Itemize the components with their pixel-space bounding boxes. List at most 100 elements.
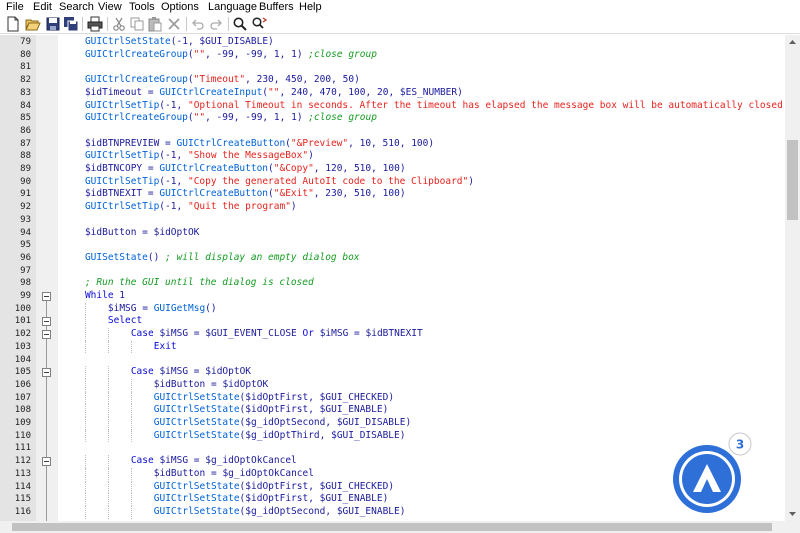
code-line[interactable]: 90 GUICtrlSetTip(-1, "Copy the generated… xyxy=(0,176,785,189)
menu-help[interactable]: Help xyxy=(296,0,325,14)
autoit-logo: 3 xyxy=(668,432,756,520)
undo-icon[interactable] xyxy=(190,16,206,32)
code-text: $idBTNCOPY = GUICtrlCreateButton("&Copy"… xyxy=(84,163,406,174)
menu-view[interactable]: View xyxy=(95,0,125,14)
horizontal-scroll-thumb[interactable] xyxy=(12,523,772,531)
menu-tools[interactable]: Tools xyxy=(126,0,158,14)
code-text: GUICtrlSetTip(-1, "Optional Timeout in s… xyxy=(84,99,785,111)
code-line[interactable]: 96 GUISetState() ; will display an empty… xyxy=(0,252,785,265)
save-icon[interactable] xyxy=(45,16,61,32)
code-text: GUICtrlCreateGroup("Timeout", 230, 450, … xyxy=(84,74,360,86)
line-number: 105 xyxy=(14,367,31,378)
line-number: 110 xyxy=(14,430,31,441)
code-text: ; Run the GUI until the dialog is closed xyxy=(84,277,314,289)
vertical-scroll-thumb[interactable] xyxy=(787,140,798,220)
code-text: GUICtrlSetState(-1, $GUI_DISABLE) xyxy=(84,36,274,47)
line-number: 97 xyxy=(20,265,31,276)
code-line[interactable]: 89 $idBTNCOPY = GUICtrlCreateButton("&Co… xyxy=(0,163,785,176)
find-icon[interactable] xyxy=(232,16,248,32)
code-text: GUICtrlSetState($idOptFirst, $GUI_CHECKE… xyxy=(153,480,395,492)
code-text: $idButton = $g_idOptOkCancel xyxy=(153,467,314,479)
code-line[interactable]: 87 $idBTNPREVIEW = GUICtrlCreateButton("… xyxy=(0,138,785,151)
code-text: Select xyxy=(107,315,143,327)
delete-icon[interactable] xyxy=(166,16,182,32)
print-icon[interactable] xyxy=(87,16,103,32)
code-line[interactable]: 88 GUICtrlSetTip(-1, "Show the MessageBo… xyxy=(0,150,785,163)
line-number: 94 xyxy=(20,227,31,238)
line-number: 86 xyxy=(20,125,31,136)
scroll-down-arrow-icon[interactable] xyxy=(785,506,800,521)
code-line[interactable]: 100 $iMSG = GUIGetMsg() xyxy=(0,302,785,316)
code-text: GUICtrlSetState($idOptFirst, $GUI_CHECKE… xyxy=(153,391,395,403)
toolbar-separator xyxy=(228,17,229,31)
line-number: 106 xyxy=(14,379,31,390)
menu-language[interactable]: Language xyxy=(205,0,260,14)
line-number: 98 xyxy=(20,278,31,289)
horizontal-scrollbar[interactable] xyxy=(0,521,785,533)
menu-bar: File Edit Search View Tools Options Language Bu… xyxy=(0,0,800,14)
code-line[interactable]: 109 GUICtrlSetState($g_idOptSecond, $GUI… xyxy=(0,417,785,430)
line-number: 103 xyxy=(14,341,31,352)
code-line[interactable]: 102 Case $iMSG = $GUI_EVENT_CLOSE Or $iM… xyxy=(0,328,785,341)
code-line[interactable]: 86 xyxy=(0,125,785,138)
open-folder-icon[interactable] xyxy=(25,16,41,32)
code-line[interactable]: 103 Exit xyxy=(0,340,785,354)
vertical-scrollbar[interactable] xyxy=(785,35,800,521)
find-replace-icon[interactable] xyxy=(251,16,267,32)
menu-search[interactable]: Search xyxy=(56,0,97,14)
code-line[interactable]: 106 $idButton = $idOptOK xyxy=(0,378,785,392)
code-line[interactable]: 95 xyxy=(0,239,785,252)
toolbar-separator xyxy=(107,17,108,31)
toolbar-separator xyxy=(82,17,83,31)
code-line[interactable]: 92 GUICtrlSetTip(-1, "Quit the program") xyxy=(0,201,785,214)
code-line[interactable]: 94 $idButton = $idOptOK xyxy=(0,227,785,240)
menu-options[interactable]: Options xyxy=(158,0,202,14)
code-text: Exit xyxy=(153,340,177,352)
paste-icon[interactable] xyxy=(147,16,163,32)
code-text: $idBTNPREVIEW = GUICtrlCreateButton("&Pr… xyxy=(84,137,435,149)
new-file-icon[interactable] xyxy=(5,16,21,32)
code-line[interactable]: 104 xyxy=(0,354,785,367)
line-number: 93 xyxy=(20,214,31,225)
code-text: GUICtrlSetState($idOptFirst, $GUI_ENABLE… xyxy=(153,404,389,416)
code-line[interactable]: 108 GUICtrlSetState($idOptFirst, $GUI_EN… xyxy=(0,404,785,417)
code-line[interactable]: 105 Case $iMSG = $idOptOK xyxy=(0,366,785,379)
menu-edit[interactable]: Edit xyxy=(30,0,55,14)
line-number: 104 xyxy=(14,354,31,365)
line-number: 108 xyxy=(14,405,31,416)
code-line[interactable]: 98 ; Run the GUI until the dialog is clo… xyxy=(0,277,785,290)
code-text: $idButton = $idOptOK xyxy=(153,378,269,390)
menu-file[interactable]: File xyxy=(3,0,27,14)
code-line[interactable]: 107 GUICtrlSetState($idOptFirst, $GUI_CH… xyxy=(0,391,785,405)
code-line[interactable]: 85 GUICtrlCreateGroup("", -99, -99, 1, 1… xyxy=(0,112,785,125)
menu-buffers[interactable]: Buffers xyxy=(256,0,297,14)
save-all-icon[interactable] xyxy=(63,16,79,32)
copy-icon[interactable] xyxy=(129,16,145,32)
code-text: GUICtrlSetState($g_idOptThird, $GUI_DISA… xyxy=(153,429,406,441)
line-number: 83 xyxy=(20,87,31,98)
code-line[interactable]: 80 GUICtrlCreateGroup("", -99, -99, 1, 1… xyxy=(0,49,785,62)
toolbar xyxy=(0,14,800,34)
code-line[interactable]: 93 xyxy=(0,214,785,227)
code-line[interactable]: 82 GUICtrlCreateGroup("Timeout", 230, 45… xyxy=(0,74,785,87)
code-text: GUICtrlCreateGroup("", -99, -99, 1, 1) ;… xyxy=(84,112,377,124)
line-number: 80 xyxy=(20,49,31,60)
code-line[interactable]: 84 GUICtrlSetTip(-1, "Optional Timeout i… xyxy=(0,100,785,113)
line-number: 111 xyxy=(14,443,31,454)
code-line[interactable]: 101 Select xyxy=(0,315,785,329)
line-number: 114 xyxy=(14,481,31,492)
code-line[interactable]: 81 xyxy=(0,61,785,74)
code-text: GUICtrlSetTip(-1, "Copy the generated Au… xyxy=(84,175,474,187)
code-text: GUICtrlSetTip(-1, "Quit the program") xyxy=(84,201,297,213)
line-number: 116 xyxy=(14,506,31,517)
code-line[interactable]: 91 $idBTNEXIT = GUICtrlCreateButton("&Ex… xyxy=(0,188,785,201)
line-number: 95 xyxy=(20,240,31,251)
code-line[interactable]: 99 While 1 xyxy=(0,290,785,303)
line-number: 82 xyxy=(20,75,31,86)
cut-icon[interactable] xyxy=(111,16,127,32)
code-line[interactable]: 83 $idTimeout = GUICtrlCreateInput("", 2… xyxy=(0,87,785,100)
redo-icon[interactable] xyxy=(208,16,224,32)
code-line[interactable]: 79 GUICtrlSetState(-1, $GUI_DISABLE) xyxy=(0,36,785,49)
scroll-up-arrow-icon[interactable] xyxy=(785,35,800,50)
code-line[interactable]: 97 xyxy=(0,265,785,278)
